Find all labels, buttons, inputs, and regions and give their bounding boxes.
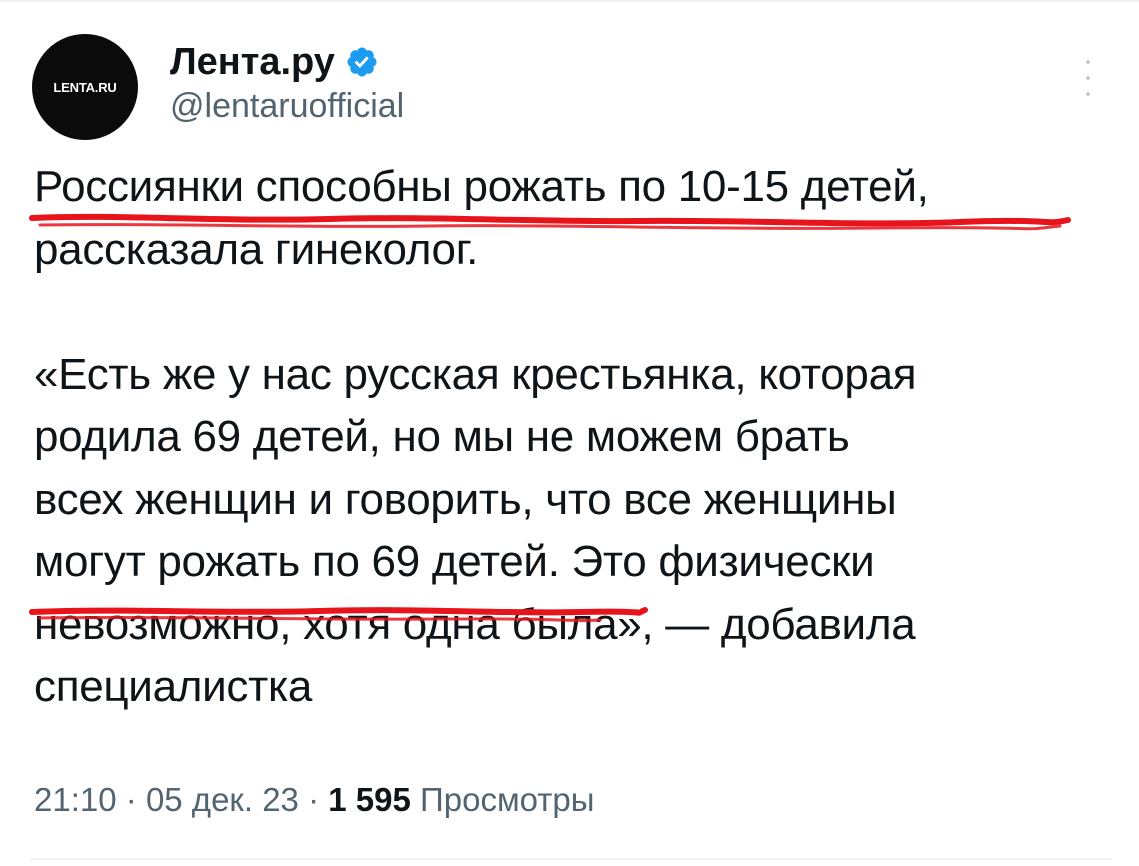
verified-badge-icon [347, 47, 377, 77]
tweet-text: Россиянки способны рожать по 10-15 детей… [34, 156, 1114, 719]
author-display-name[interactable]: Лента.ру [170, 40, 335, 84]
tweet-time[interactable]: 21:10 [34, 781, 117, 818]
meta-separator: · [125, 781, 137, 818]
tweet-card: LENTA.RU Лента.ру @lentaruofficial Росси… [0, 0, 1139, 866]
tweet-line: могут рожать по 69 детей. Это физически [34, 537, 875, 586]
tweet-line: всех женщин и говорить, что все женщины [34, 474, 897, 524]
tweet-line: специалистка [34, 662, 313, 711]
tweet-line: «Есть же у нас русская крестьянка, котор… [34, 349, 917, 399]
top-divider [0, 0, 1139, 2]
meta-separator: · [308, 781, 320, 818]
tweet-date[interactable]: 05 дек. 23 [146, 781, 299, 818]
author-name-row: Лента.ру [170, 40, 379, 84]
avatar[interactable]: LENTA.RU [32, 34, 138, 140]
tweet-line: рассказала гинеколог. [34, 224, 479, 274]
tweet-line: невозможно, хотя одна была», — добавила [34, 599, 916, 649]
more-vertical-icon[interactable] [1078, 60, 1098, 96]
tweet-line: родила 69 детей, но мы не можем брать [34, 412, 850, 461]
author-handle[interactable]: @lentaruofficial [170, 86, 404, 126]
tweet-line: Россиянки способны рожать по 10-15 детей… [34, 162, 929, 211]
views-label: Просмотры [420, 781, 595, 818]
views-count: 1 595 [328, 781, 411, 818]
tweet-meta: 21:10 · 05 дек. 23 · 1 595 Просмотры [34, 778, 594, 822]
avatar-logo-text: LENTA.RU [53, 79, 117, 95]
bottom-divider [30, 858, 1111, 860]
